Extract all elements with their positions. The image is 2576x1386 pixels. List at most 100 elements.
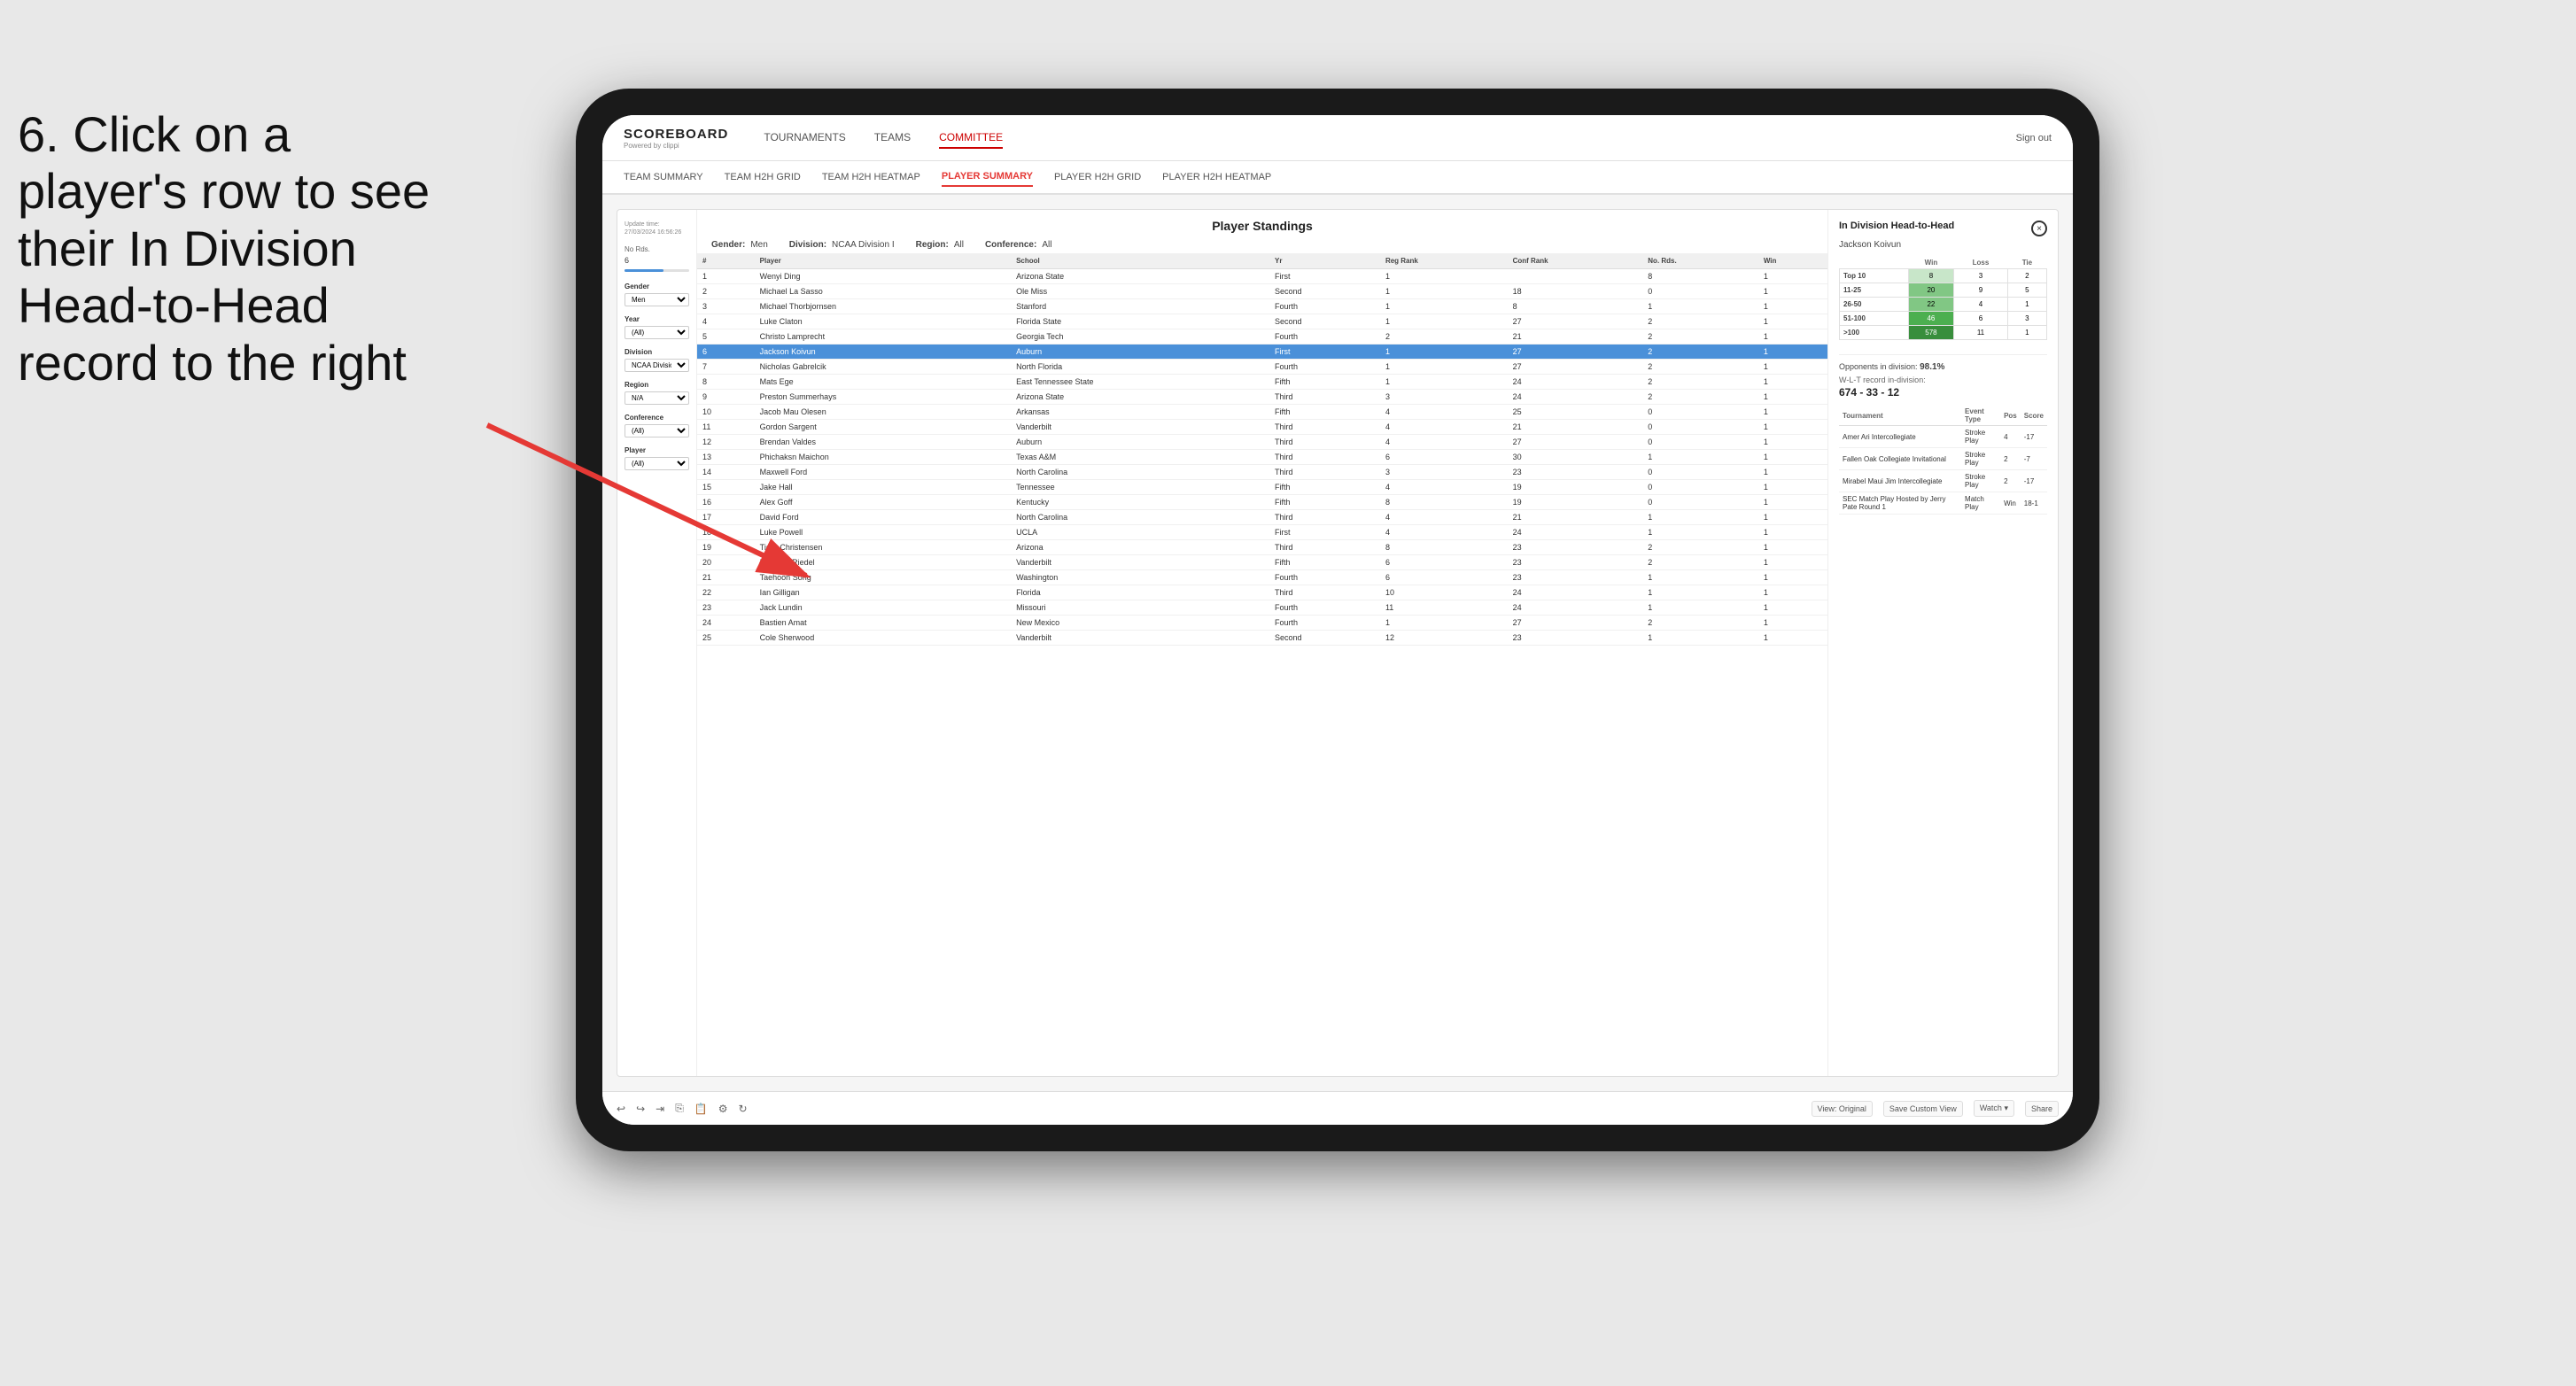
cell-school: Tennessee [1011, 480, 1269, 495]
paste-icon[interactable]: 📋 [694, 1103, 708, 1115]
h2h-record-value: 674 - 33 - 12 [1839, 386, 2047, 399]
region-select[interactable]: N/A [625, 391, 689, 405]
subnav-player-h2h-heatmap[interactable]: PLAYER H2H HEATMAP [1162, 168, 1271, 186]
player-filter: Player (All) [625, 446, 689, 470]
view-original-button[interactable]: View: Original [1812, 1101, 1873, 1117]
cell-conf: 21 [1508, 510, 1643, 525]
h2h-loss-51-100: 6 [1954, 312, 2008, 326]
table-row[interactable]: 10 Jacob Mau Olesen Arkansas Fifth 4 25 … [697, 405, 1827, 420]
h2h-tie-top10: 2 [2007, 269, 2046, 283]
cell-num: 14 [697, 465, 755, 480]
subnav-player-summary[interactable]: PLAYER SUMMARY [942, 167, 1033, 187]
table-row[interactable]: 7 Nicholas Gabrelcik North Florida Fourt… [697, 360, 1827, 375]
table-row[interactable]: 19 Tiger Christensen Arizona Third 8 23 … [697, 540, 1827, 555]
cell-win: 1 [1758, 450, 1827, 465]
tournament-row[interactable]: Mirabel Maui Jim Intercollegiate Stroke … [1839, 470, 2047, 492]
cell-num: 21 [697, 570, 755, 585]
table-row[interactable]: 2 Michael La Sasso Ole Miss Second 1 18 … [697, 284, 1827, 299]
cell-player: Bastien Amat [755, 616, 1011, 631]
cell-school: Texas A&M [1011, 450, 1269, 465]
h2h-col-win: Win [1908, 257, 1953, 269]
h2h-loss-100plus: 11 [1954, 326, 2008, 340]
h2h-row-100plus[interactable]: >100 578 11 1 [1840, 326, 2047, 340]
cell-yr: Fourth [1269, 570, 1380, 585]
table-row[interactable]: 13 Phichaksn Maichon Texas A&M Third 6 3… [697, 450, 1827, 465]
subnav-team-h2h-grid[interactable]: TEAM H2H GRID [725, 168, 801, 186]
tour-name: SEC Match Play Hosted by Jerry Pate Roun… [1839, 492, 1961, 515]
nav-tournaments[interactable]: TOURNAMENTS [764, 128, 845, 149]
no-rds-slider[interactable] [625, 269, 689, 272]
cell-num: 20 [697, 555, 755, 570]
subnav-team-summary[interactable]: TEAM SUMMARY [624, 168, 703, 186]
table-row[interactable]: 24 Bastien Amat New Mexico Fourth 1 27 2… [697, 616, 1827, 631]
nav-teams[interactable]: TEAMS [874, 128, 911, 149]
table-row[interactable]: 1 Wenyi Ding Arizona State First 1 8 1 [697, 269, 1827, 284]
h2h-win-11-25: 20 [1908, 283, 1953, 298]
h2h-row-11-25[interactable]: 11-25 20 9 5 [1840, 283, 2047, 298]
sign-out-button[interactable]: Sign out [2016, 133, 2052, 143]
cell-rds: 2 [1642, 390, 1758, 405]
h2h-close-button[interactable]: × [2031, 221, 2047, 236]
table-row[interactable]: 11 Gordon Sargent Vanderbilt Third 4 21 … [697, 420, 1827, 435]
cell-num: 4 [697, 314, 755, 329]
table-row[interactable]: 15 Jake Hall Tennessee Fifth 4 19 0 1 [697, 480, 1827, 495]
tour-pos: Win [2000, 492, 2021, 515]
table-row[interactable]: 21 Taehoon Song Washington Fourth 6 23 1… [697, 570, 1827, 585]
watch-button[interactable]: Watch ▾ [1974, 1100, 2014, 1117]
subnav-team-h2h-heatmap[interactable]: TEAM H2H HEATMAP [822, 168, 920, 186]
cell-win: 1 [1758, 525, 1827, 540]
year-select[interactable]: (All) [625, 326, 689, 339]
table-scroll-area[interactable]: # Player School Yr Reg Rank Conf Rank No… [697, 253, 1827, 1076]
table-row[interactable]: 5 Christo Lamprecht Georgia Tech Fourth … [697, 329, 1827, 345]
tournament-row[interactable]: Amer Ari Intercollegiate Stroke Play 4 -… [1839, 426, 2047, 448]
copy-icon[interactable]: ⎘ [675, 1102, 684, 1115]
table-row[interactable]: 12 Brendan Valdes Auburn Third 4 27 0 1 [697, 435, 1827, 450]
tournament-row[interactable]: Fallen Oak Collegiate Invitational Strok… [1839, 448, 2047, 470]
share-button[interactable]: Share [2025, 1101, 2059, 1117]
refresh-icon[interactable]: ↻ [739, 1103, 748, 1115]
cell-reg: 6 [1380, 450, 1508, 465]
table-row[interactable]: 18 Luke Powell UCLA First 4 24 1 1 [697, 525, 1827, 540]
forward-icon[interactable]: ⇥ [656, 1103, 664, 1115]
gender-select[interactable]: Men Women [625, 293, 689, 306]
cell-conf: 19 [1508, 480, 1643, 495]
cell-rds: 0 [1642, 420, 1758, 435]
division-select[interactable]: NCAA Division I [625, 359, 689, 372]
table-row[interactable]: 22 Ian Gilligan Florida Third 10 24 1 1 [697, 585, 1827, 600]
save-custom-button[interactable]: Save Custom View [1883, 1101, 1963, 1117]
cell-conf: 23 [1508, 465, 1643, 480]
logo-area: SCOREBOARD Powered by clippi [624, 127, 728, 150]
cell-reg: 6 [1380, 570, 1508, 585]
table-row[interactable]: 3 Michael Thorbjornsen Stanford Fourth 1… [697, 299, 1827, 314]
bottom-toolbar: ↩ ↪ ⇥ ⎘ 📋 ⚙ ↻ View: Original Save Custom… [602, 1091, 2073, 1125]
tour-score: -17 [2021, 426, 2047, 448]
tournament-row[interactable]: SEC Match Play Hosted by Jerry Pate Roun… [1839, 492, 2047, 515]
subnav-player-h2h-grid[interactable]: PLAYER H2H GRID [1054, 168, 1141, 186]
table-row[interactable]: 23 Jack Lundin Missouri Fourth 11 24 1 1 [697, 600, 1827, 616]
table-row[interactable]: 17 David Ford North Carolina Third 4 21 … [697, 510, 1827, 525]
tour-pos: 2 [2000, 448, 2021, 470]
nav-committee[interactable]: COMMITTEE [939, 128, 1003, 149]
h2h-range-100plus: >100 [1840, 326, 1909, 340]
cell-yr: Fifth [1269, 480, 1380, 495]
player-select[interactable]: (All) [625, 457, 689, 470]
table-row[interactable]: 9 Preston Summerhays Arizona State Third… [697, 390, 1827, 405]
region-active: Region: All [916, 240, 964, 250]
table-row[interactable]: 16 Alex Goff Kentucky Fifth 8 19 0 1 [697, 495, 1827, 510]
h2h-row-51-100[interactable]: 51-100 46 6 3 [1840, 312, 2047, 326]
table-row[interactable]: 4 Luke Claton Florida State Second 1 27 … [697, 314, 1827, 329]
table-row[interactable]: 8 Mats Ege East Tennessee State Fifth 1 … [697, 375, 1827, 390]
table-row[interactable]: 20 Matthew Riedel Vanderbilt Fifth 6 23 … [697, 555, 1827, 570]
h2h-row-top10[interactable]: Top 10 8 3 2 [1840, 269, 2047, 283]
undo-icon[interactable]: ↩ [617, 1103, 625, 1115]
conference-select[interactable]: (All) [625, 424, 689, 437]
cell-reg: 4 [1380, 480, 1508, 495]
cell-rds: 0 [1642, 465, 1758, 480]
settings-icon[interactable]: ⚙ [718, 1103, 728, 1115]
table-row[interactable]: 25 Cole Sherwood Vanderbilt Second 12 23… [697, 631, 1827, 646]
redo-icon[interactable]: ↪ [636, 1103, 645, 1115]
h2h-row-26-50[interactable]: 26-50 22 4 1 [1840, 298, 2047, 312]
table-row[interactable]: 14 Maxwell Ford North Carolina Third 3 2… [697, 465, 1827, 480]
table-row[interactable]: 6 Jackson Koivun Auburn First 1 27 2 1 [697, 345, 1827, 360]
cell-conf: 23 [1508, 555, 1643, 570]
